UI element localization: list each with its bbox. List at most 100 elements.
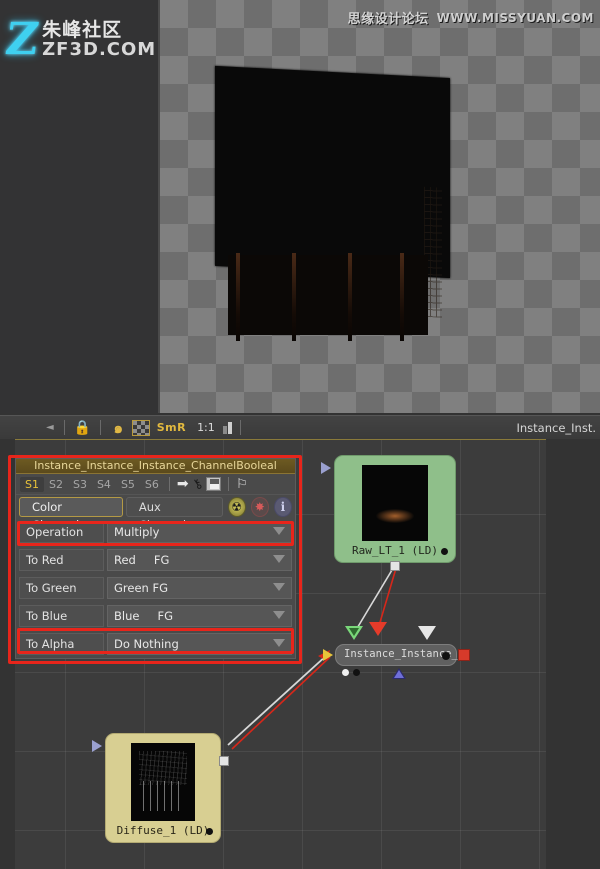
pin-icon[interactable]: ⚐ — [236, 477, 248, 492]
toolbar-separator — [168, 477, 170, 491]
parameter-rows: Operation Multiply To Red Red FG To Gree… — [16, 519, 295, 657]
row-label: To Alpha — [19, 633, 104, 655]
smr-button[interactable]: SmR — [154, 421, 189, 434]
bars-icon[interactable] — [222, 421, 232, 434]
thumbnail-glow — [376, 509, 414, 523]
node-input-port-red-icon[interactable] — [369, 622, 387, 636]
to-blue-dropdown[interactable]: Blue FG — [107, 605, 292, 627]
gear-icon[interactable]: ✸ — [250, 497, 269, 517]
slot-toolbar: S1 S2 S3 S4 S5 S6 ➡ ⚷ ⚐ — [16, 474, 295, 495]
node-label: Raw_LT_1 (LD) — [351, 544, 439, 557]
slot-button-s4[interactable]: S4 — [92, 477, 116, 492]
row-to-red: To Red Red FG — [19, 547, 292, 573]
slot-button-s1[interactable]: S1 — [20, 476, 44, 492]
node-status-dot — [441, 548, 448, 555]
chevron-down-icon[interactable] — [273, 639, 285, 647]
node-input-port-white-icon[interactable] — [418, 626, 436, 640]
node-instance-instance[interactable]: Instance_Instance_… — [323, 644, 470, 679]
missyuan-chinese-label: 思缘设计论坛 — [347, 12, 429, 27]
render-canvas[interactable] — [160, 0, 600, 413]
slot-button-s2[interactable]: S2 — [44, 477, 68, 492]
thumbnail-lines — [143, 781, 185, 811]
row-operation: Operation Multiply — [19, 519, 292, 545]
row-to-blue: To Blue Blue FG — [19, 603, 292, 629]
row-to-green: To Green Green FG — [19, 575, 292, 601]
node-diffuse-1[interactable]: Diffuse_1 (LD) — [92, 733, 229, 843]
zf3d-chinese-label: 朱峰社区 — [42, 18, 123, 41]
key-icon[interactable]: ⚷ — [189, 475, 205, 493]
building-column — [236, 253, 240, 341]
arrow-right-icon[interactable]: ➡ — [177, 477, 189, 491]
dropdown-value: Red — [114, 553, 136, 567]
graph-right-margin — [546, 439, 600, 869]
to-alpha-dropdown[interactable]: Do Nothing — [107, 633, 292, 655]
row-label: To Green — [19, 577, 104, 599]
node-output-port[interactable] — [219, 756, 229, 766]
node-input-port-yellow-icon[interactable] — [323, 649, 333, 661]
zoom-ratio-label[interactable]: 1:1 — [193, 421, 219, 434]
row-label: To Blue — [19, 605, 104, 627]
slot-button-s3[interactable]: S3 — [68, 477, 92, 492]
tab-color-channels[interactable]: Color Channels — [19, 497, 123, 532]
to-red-dropdown[interactable]: Red FG — [107, 549, 292, 571]
zf3d-url-label: ZF3D.COM — [42, 38, 157, 60]
dropdown-value: Multiply — [114, 525, 160, 539]
checker-icon[interactable] — [131, 419, 150, 436]
dropdown-value: Do Nothing — [114, 637, 179, 651]
node-input-port-green-icon[interactable] — [345, 626, 363, 640]
dropdown-value-suffix: FG — [157, 609, 173, 623]
graph-top-border — [0, 439, 600, 440]
slot-button-s5[interactable]: S5 — [116, 477, 140, 492]
node-thumbnail — [131, 743, 195, 821]
node-status-dot — [442, 652, 450, 660]
node-input-arrow-icon[interactable] — [321, 462, 331, 474]
toolbar-separator — [239, 420, 241, 435]
lock-icon[interactable]: 🔒 — [73, 419, 92, 437]
missyuan-url-label: WWW.MISSYUAN.COM — [436, 10, 594, 25]
thumbnail-noise — [139, 751, 187, 785]
graph-left-margin — [0, 439, 15, 869]
building-column — [292, 253, 296, 341]
toolbar-separator — [99, 420, 101, 435]
slot-button-s6[interactable]: S6 — [140, 477, 164, 492]
building-column — [400, 253, 404, 341]
to-green-dropdown[interactable]: Green FG — [107, 577, 292, 599]
toolbar-separator — [63, 420, 65, 435]
info-icon[interactable]: i — [273, 497, 292, 517]
render-viewport[interactable]: Z 朱峰社区 ZF3D.COM 思缘设计论坛 WWW.MISSYUAN.COM — [0, 0, 600, 415]
row-to-alpha: To Alpha Do Nothing — [19, 631, 292, 657]
watermark-zf3d: Z 朱峰社区 ZF3D.COM — [2, 12, 157, 68]
tab-aux-channels[interactable]: Aux Channels — [125, 497, 223, 532]
toolbar-left-group: ◄ 🔒 ๑ SmR 1:1 — [0, 416, 245, 440]
viewport-toolbar: ◄ 🔒 ๑ SmR 1:1 Instance_Inst. — [0, 415, 600, 439]
operation-dropdown[interactable]: Multiply — [107, 521, 292, 543]
application-window: Z 朱峰社区 ZF3D.COM 思缘设计论坛 WWW.MISSYUAN.COM … — [0, 0, 600, 869]
rendered-building-body — [215, 65, 450, 318]
zf3d-text: 朱峰社区 ZF3D.COM — [42, 18, 157, 60]
chevron-down-icon[interactable] — [273, 583, 285, 591]
chevron-down-icon[interactable] — [273, 527, 285, 535]
collapse-arrow-icon[interactable]: ◄ — [46, 422, 54, 433]
radiation-icon[interactable]: ☢ — [227, 497, 246, 517]
node-toggle-dots[interactable] — [342, 669, 360, 676]
save-disk-icon[interactable] — [206, 477, 222, 491]
node-output-port[interactable] — [390, 561, 400, 571]
chevron-down-icon[interactable] — [273, 611, 285, 619]
node-label: Diffuse_1 (LD) — [116, 824, 210, 837]
node-input-arrow-icon[interactable] — [92, 740, 102, 752]
chevron-down-icon[interactable] — [273, 555, 285, 563]
row-label: Operation — [19, 521, 104, 543]
channel-boolean-panel[interactable]: Instance_Instance_Instance_ChannelBoolea… — [15, 458, 296, 659]
node-thumbnail — [362, 465, 428, 541]
node-output-port-red[interactable] — [458, 649, 470, 661]
dropdown-value: Green FG — [114, 581, 169, 595]
building-column — [348, 253, 352, 341]
dropdown-value: Blue — [114, 609, 140, 623]
zf3d-logo-icon: Z — [2, 14, 42, 65]
toolbar-separator — [228, 477, 230, 491]
rendered-building-base — [228, 255, 428, 335]
watermark-missyuan: 思缘设计论坛 WWW.MISSYUAN.COM — [347, 8, 594, 28]
node-expand-arrow-icon[interactable] — [392, 668, 406, 679]
node-raw-lt-1[interactable]: Raw_LT_1 (LD) — [321, 455, 456, 571]
swirl-icon[interactable]: ๑ — [109, 419, 128, 437]
